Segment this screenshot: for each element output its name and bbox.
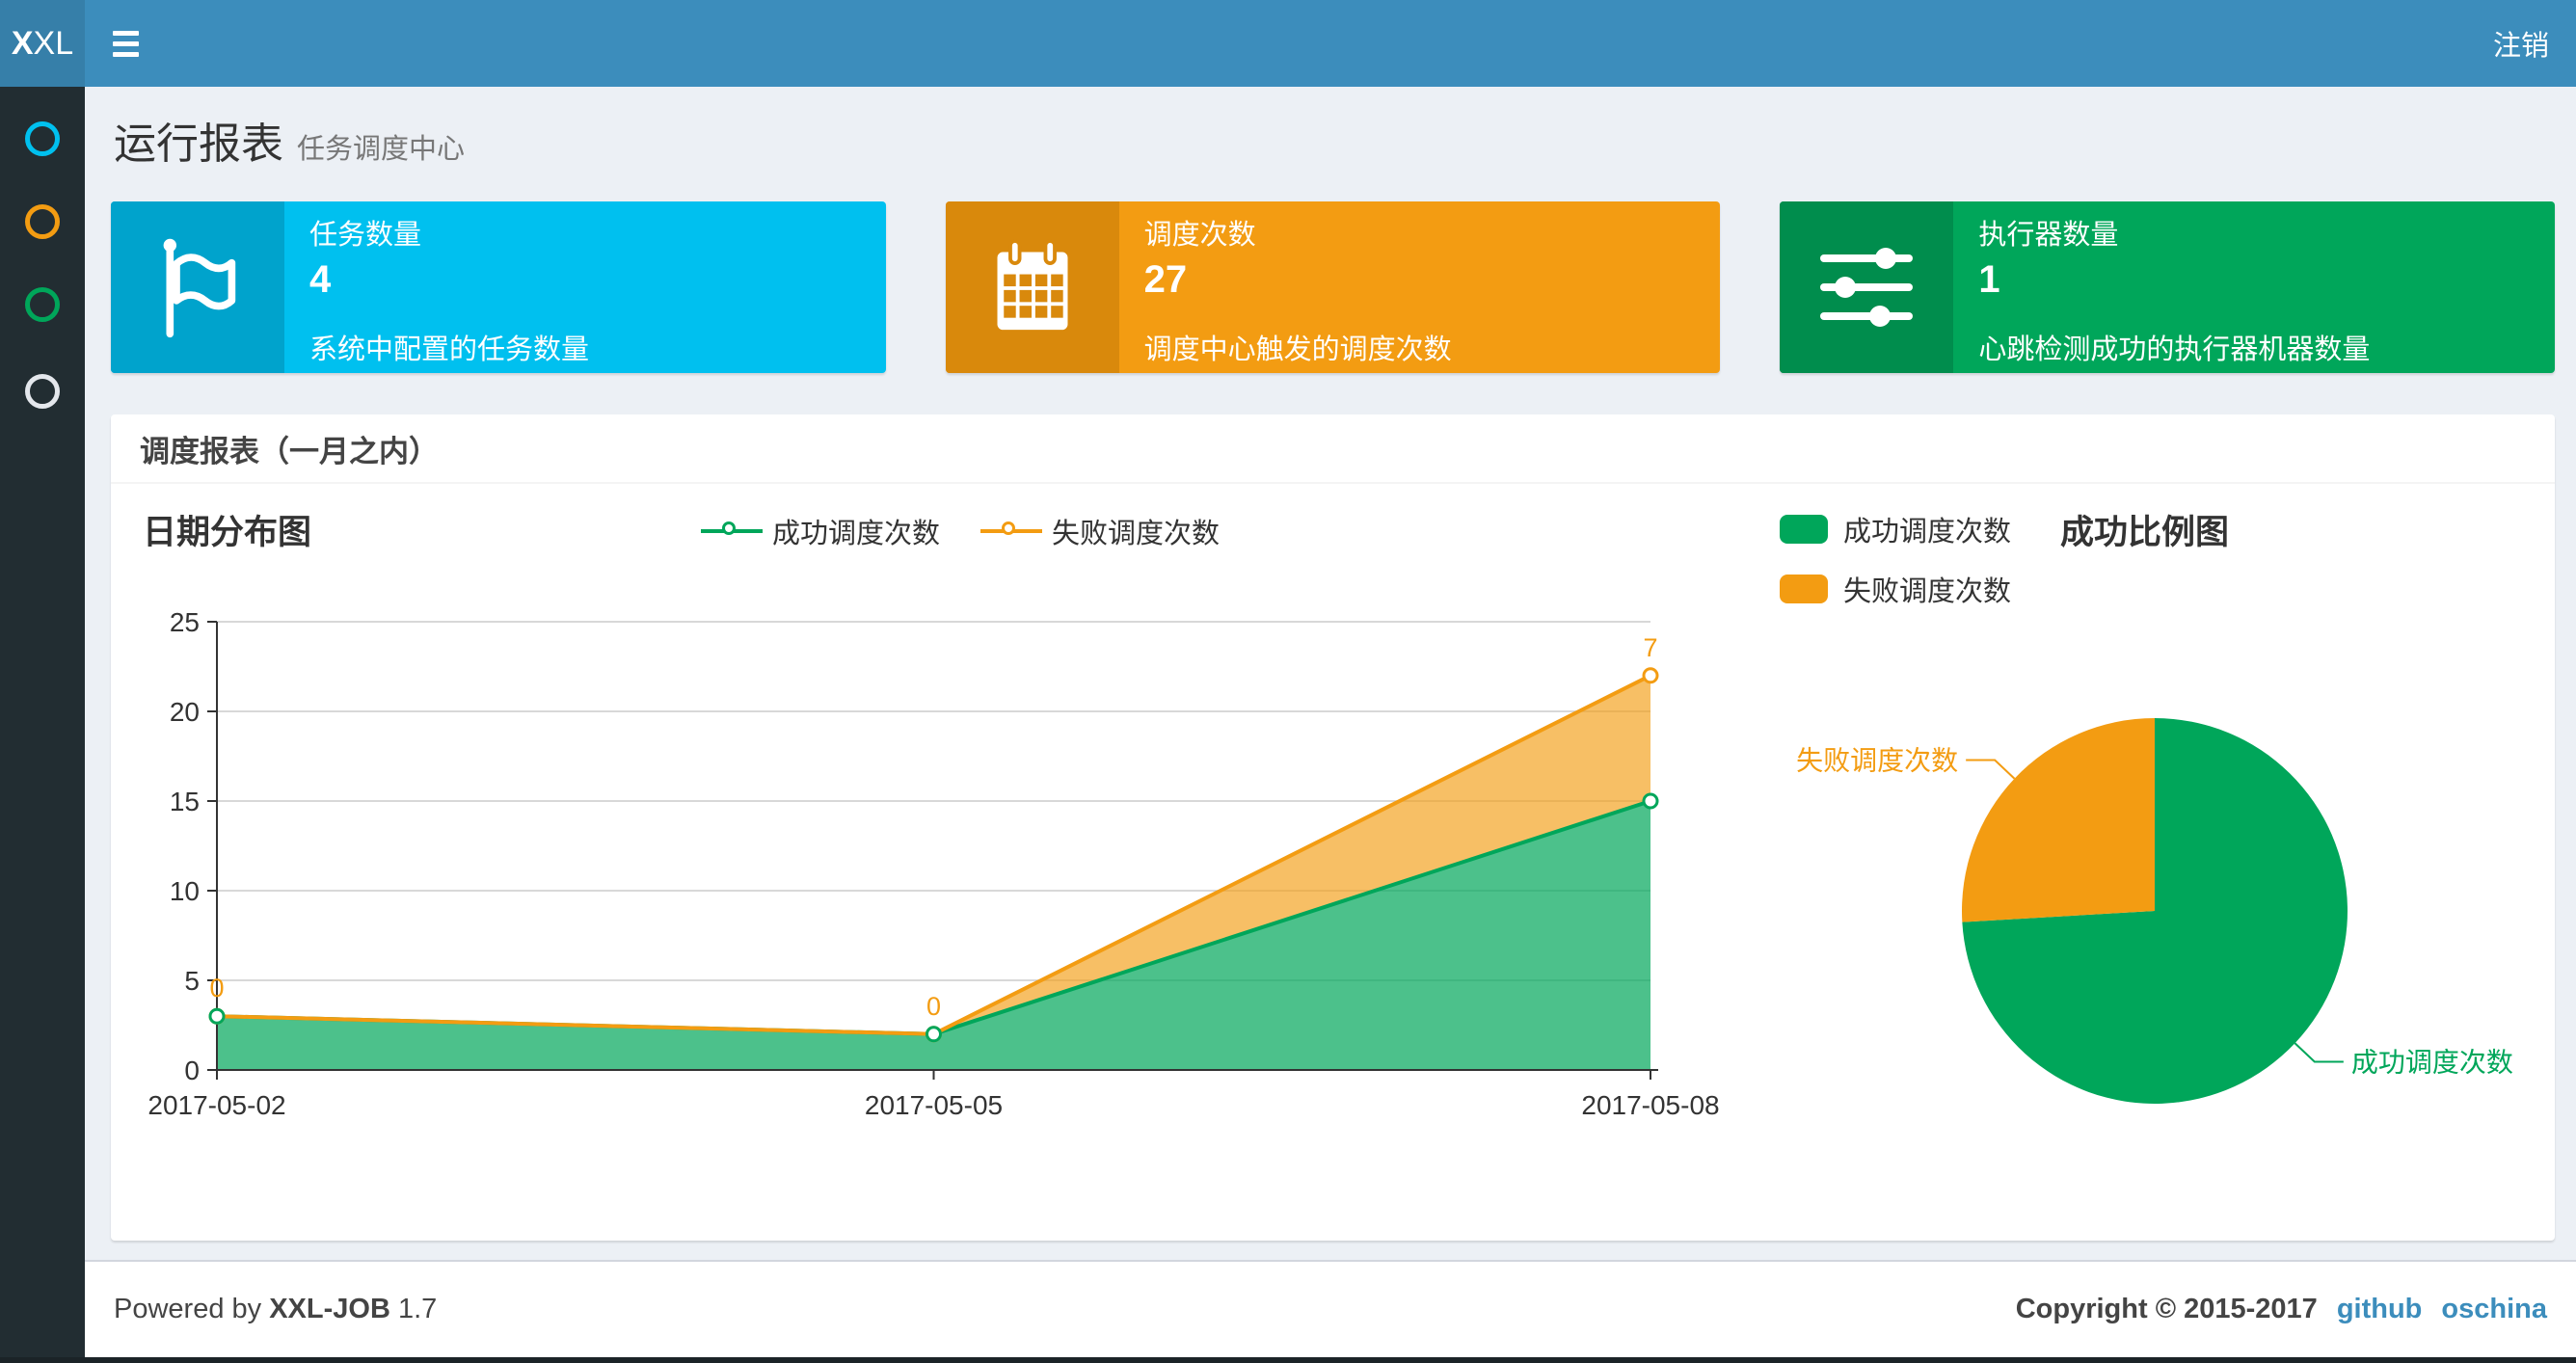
- legend-label: 成功调度次数: [772, 519, 941, 549]
- svg-text:2017-05-02: 2017-05-02: [148, 1090, 285, 1120]
- info-box-description: 调度中心触发的调度次数: [1143, 334, 1452, 365]
- hamburger-icon: [112, 30, 139, 57]
- svg-text:成功调度次数: 成功调度次数: [2351, 1047, 2513, 1077]
- line-legend-marker-icon: [980, 521, 1043, 542]
- svg-text:0: 0: [209, 974, 224, 1002]
- legend-label: 失败调度次数: [1052, 519, 1221, 549]
- legend-item-fail[interactable]: 失败调度次数: [980, 511, 1220, 551]
- logo-light: XL: [33, 24, 74, 62]
- sidebar-toggle-button[interactable]: [85, 0, 166, 87]
- info-box-executors: 执行器数量 1 心跳检测成功的执行器机器数量: [1780, 201, 2556, 373]
- app-logo[interactable]: X XL: [0, 0, 85, 87]
- info-box-value: 1: [1978, 257, 2000, 301]
- info-box-value: 27: [1143, 257, 1188, 301]
- svg-text:0: 0: [184, 1056, 200, 1085]
- logout-button[interactable]: 注销: [2466, 0, 2576, 87]
- report-panel-title: 调度报表（一月之内）: [140, 434, 439, 468]
- footer-copyright: Copyright © 2015-2017 github oschina: [2016, 1294, 2547, 1325]
- footer-powered-by: Powered by XXL-JOB 1.7: [114, 1294, 437, 1325]
- line-chart-legend: 成功调度次数 失败调度次数: [701, 511, 1220, 551]
- sidebar: [0, 87, 85, 1363]
- svg-text:5: 5: [184, 966, 200, 996]
- powered-prefix: Powered by: [114, 1294, 262, 1324]
- page-header: 运行报表 任务调度中心: [114, 109, 465, 171]
- info-box-label: 调度次数: [1143, 219, 1256, 251]
- info-box-content: 调度次数 27 调度中心触发的调度次数: [1119, 201, 1721, 373]
- sidebar-item-dashboard[interactable]: [25, 121, 60, 156]
- svg-text:15: 15: [170, 787, 200, 816]
- legend-label: 失败调度次数: [1843, 576, 2012, 607]
- orange-swatch-icon: [1780, 575, 1828, 603]
- legend-label: 成功调度次数: [1843, 517, 2012, 548]
- info-box-description: 心跳检测成功的执行器机器数量: [1978, 334, 2371, 365]
- info-box-description: 系统中配置的任务数量: [309, 334, 590, 365]
- pie-chart-legend: 成功调度次数 失败调度次数: [1780, 509, 2011, 628]
- circle-icon-green: [25, 287, 60, 322]
- sidebar-item-help[interactable]: [25, 374, 60, 409]
- main-footer: Powered by XXL-JOB 1.7 Copyright © 2015-…: [85, 1260, 2576, 1357]
- info-box-content: 任务数量 4 系统中配置的任务数量: [284, 201, 886, 373]
- report-panel: 调度报表（一月之内） 日期分布图 成功调度次数 失败调度次数 0 5 10 15 20 2…: [111, 414, 2555, 1241]
- pie-chart: 成功调度次数 失败调度次数: [1796, 718, 2513, 1104]
- sidebar-item-log[interactable]: [25, 287, 60, 322]
- top-navbar: X XL 注销: [0, 0, 2576, 87]
- line-chart: 05101520252017-05-02 2017-05-05 2017-05-08…: [148, 607, 1719, 1120]
- github-link[interactable]: github: [2337, 1294, 2423, 1325]
- legend-item-success[interactable]: 成功调度次数: [701, 511, 940, 551]
- logo-bold: X: [11, 24, 34, 62]
- info-box-row: 任务数量 4 系统中配置的任务数量 调度次数 27 调度中心触发的调度次数 执行…: [111, 201, 2556, 373]
- svg-text:10: 10: [170, 876, 200, 906]
- line-legend-marker-icon: [701, 521, 763, 542]
- line-chart-title: 日期分布图: [143, 514, 312, 551]
- product-name: XXL-JOB: [269, 1294, 390, 1324]
- info-box-value: 4: [309, 257, 332, 301]
- svg-text:2017-05-08: 2017-05-08: [1581, 1090, 1719, 1120]
- svg-text:0: 0: [926, 992, 941, 1021]
- sliders-icon: [1780, 201, 1954, 373]
- pie-legend-item-success[interactable]: 成功调度次数: [1780, 509, 2011, 549]
- green-swatch-icon: [1780, 515, 1828, 544]
- svg-text:20: 20: [170, 697, 200, 727]
- svg-text:7: 7: [1643, 633, 1657, 662]
- svg-text:失败调度次数: 失败调度次数: [1796, 746, 1958, 776]
- report-panel-header: 调度报表（一月之内）: [111, 414, 2555, 484]
- svg-text:2017-05-05: 2017-05-05: [865, 1090, 1003, 1120]
- page-subtitle: 任务调度中心: [297, 134, 466, 165]
- copyright-text: Copyright © 2015-2017: [2015, 1294, 2318, 1324]
- pie-legend-item-fail[interactable]: 失败调度次数: [1780, 569, 2011, 609]
- svg-text:25: 25: [170, 607, 200, 637]
- info-box-label: 执行器数量: [1978, 219, 2119, 251]
- bottom-edge-strip: [0, 1357, 2576, 1363]
- calendar-icon: [945, 201, 1119, 373]
- info-box-jobs: 任务数量 4 系统中配置的任务数量: [111, 201, 886, 373]
- report-panel-body: 日期分布图 成功调度次数 失败调度次数 0 5 10 15 20 25 2017-05-02…: [111, 484, 2555, 1239]
- circle-icon-white: [25, 374, 60, 409]
- pie-chart-title: 成功比例图: [2060, 514, 2230, 551]
- circle-icon-orange: [25, 204, 60, 239]
- info-box-content: 执行器数量 1 心跳检测成功的执行器机器数量: [1953, 201, 2555, 373]
- page-title: 运行报表: [114, 120, 283, 168]
- info-box-triggers: 调度次数 27 调度中心触发的调度次数: [945, 201, 1721, 373]
- circle-icon-aqua: [25, 121, 60, 156]
- oschina-link[interactable]: oschina: [2441, 1294, 2547, 1325]
- flag-icon: [111, 201, 284, 373]
- info-box-label: 任务数量: [309, 219, 422, 251]
- product-version: 1.7: [397, 1294, 438, 1324]
- sidebar-item-jobs[interactable]: [25, 204, 60, 239]
